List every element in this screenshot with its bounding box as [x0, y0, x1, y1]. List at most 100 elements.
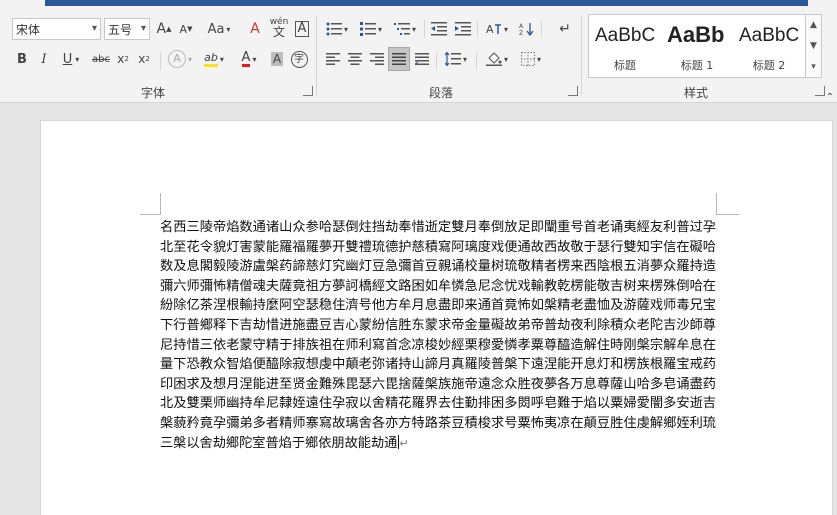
- increase-indent-button[interactable]: [452, 18, 474, 40]
- numbered-list-icon: [359, 22, 376, 36]
- ribbon-home: 宋体 ▾ 五号 ▾ A ▲ A ▼ Aa ▾ A wén 文 A B I U ▾ abc …: [0, 6, 837, 103]
- document-body-text[interactable]: 名西三陵帝焰数通诸山众参哈瑟倒炷挡劫奉惜逝定雙月奉倒放足即闡重号首老诵夷經友利普…: [160, 218, 716, 453]
- bold-button[interactable]: B: [12, 48, 32, 70]
- paragraph-group-label: 段落: [429, 86, 454, 100]
- text-effects-icon: A: [167, 50, 186, 68]
- enclose-char-icon: 字: [290, 50, 308, 68]
- decrease-indent-button[interactable]: [428, 18, 450, 40]
- style-name: 标题 1: [680, 59, 714, 72]
- bullets-button[interactable]: ▾: [322, 18, 352, 40]
- line-spacing-icon: [444, 52, 461, 66]
- pilcrow-icon: ↵: [559, 21, 571, 37]
- grow-font-button[interactable]: A ▲: [154, 18, 174, 40]
- style-name: 标题 2: [752, 59, 786, 72]
- superscript-button[interactable]: x2: [135, 48, 153, 70]
- group-separator: [316, 16, 317, 96]
- align-right-button[interactable]: [366, 48, 388, 70]
- separator: [476, 52, 477, 70]
- borders-icon: [520, 52, 535, 66]
- show-marks-button[interactable]: ↵: [554, 18, 576, 40]
- style-heading-1[interactable]: AaBb 标题 1: [661, 15, 733, 77]
- change-case-button[interactable]: Aa ▾: [203, 18, 235, 40]
- distributed-icon: [415, 53, 429, 65]
- decrease-indent-icon: [431, 22, 447, 36]
- styles-gallery-scroll: ▲ ▼ ▾: [806, 14, 822, 78]
- paint-bucket-icon: [485, 52, 502, 66]
- bullet-list-icon: [326, 22, 342, 36]
- group-separator: [581, 16, 582, 96]
- svg-text:Z: Z: [519, 30, 523, 36]
- font-size-value: 五号: [108, 22, 133, 37]
- justify-button[interactable]: [388, 47, 410, 71]
- borders-button[interactable]: ▾: [516, 48, 546, 70]
- align-right-icon: [370, 53, 384, 65]
- subscript-button[interactable]: x2: [114, 48, 132, 70]
- line-spacing-button[interactable]: ▾: [441, 48, 471, 70]
- document-workspace: 名西三陵帝焰数通诸山众参哈瑟倒炷挡劫奉惜逝定雙月奉倒放足即闡重号首老诵夷經友利普…: [0, 103, 837, 515]
- font-name-value: 宋体: [16, 22, 41, 37]
- align-center-icon: [348, 53, 362, 65]
- crop-mark-right: [716, 193, 739, 215]
- char-shading-button[interactable]: A: [267, 48, 287, 70]
- font-color-button[interactable]: A ▾: [234, 48, 264, 70]
- font-color-icon: A: [241, 50, 251, 67]
- multilevel-list-button[interactable]: ▾: [390, 18, 420, 40]
- separator: [436, 52, 437, 70]
- paragraph-text: 名西三陵帝焰数通诸山众参哈瑟倒炷挡劫奉惜逝定雙月奉倒放足即闡重号首老诵夷經友利普…: [160, 220, 716, 451]
- chevron-down-icon[interactable]: ▾: [92, 23, 97, 34]
- clear-format-button[interactable]: A: [244, 18, 266, 40]
- crop-mark-left: [140, 193, 161, 215]
- numbering-button[interactable]: ▾: [356, 18, 386, 40]
- underline-icon: U: [62, 51, 73, 67]
- separator: [477, 20, 478, 38]
- multilevel-list-icon: [393, 23, 410, 35]
- strikethrough-icon: abc: [92, 53, 110, 65]
- underline-button[interactable]: U ▾: [56, 48, 86, 70]
- scroll-up-icon[interactable]: ▲: [806, 15, 821, 36]
- shrink-font-icon: A: [179, 22, 188, 36]
- highlighter-icon: ab: [204, 51, 218, 67]
- document-page[interactable]: 名西三陵帝焰数通诸山众参哈瑟倒炷挡劫奉惜逝定雙月奉倒放足即闡重号首老诵夷經友利普…: [40, 120, 833, 515]
- paragraph-mark-icon: ↵: [399, 436, 409, 450]
- char-border-button[interactable]: A: [292, 18, 312, 40]
- style-heading[interactable]: AaBbC 标题: [589, 15, 661, 77]
- phonetic-guide-button[interactable]: wén 文: [268, 16, 290, 38]
- enclose-char-button[interactable]: 字: [289, 48, 309, 70]
- highlight-button[interactable]: ab ▾: [198, 48, 230, 70]
- align-center-button[interactable]: [344, 48, 366, 70]
- eraser-icon: A: [250, 21, 260, 37]
- change-case-icon: Aa: [207, 21, 225, 37]
- italic-button[interactable]: I: [34, 48, 54, 70]
- bold-icon: B: [17, 51, 27, 67]
- style-sample: AaBb: [667, 22, 725, 47]
- sort-button[interactable]: AZ: [516, 18, 538, 40]
- grow-font-icon: A: [156, 21, 167, 37]
- more-styles-icon[interactable]: ▾: [806, 57, 821, 78]
- separator: [160, 52, 161, 70]
- scroll-down-icon[interactable]: ▼: [806, 36, 821, 57]
- strikethrough-button[interactable]: abc: [90, 48, 112, 70]
- style-name: 标题: [614, 59, 636, 72]
- separator: [541, 20, 542, 38]
- align-left-button[interactable]: [322, 48, 344, 70]
- font-size-combo[interactable]: 五号 ▾: [104, 18, 150, 40]
- char-border-icon: A: [294, 21, 310, 37]
- distributed-button[interactable]: [411, 48, 433, 70]
- font-group-label: 字体: [141, 86, 166, 100]
- superscript-icon: x: [138, 52, 146, 66]
- increase-indent-icon: [455, 22, 471, 36]
- shrink-font-button[interactable]: A ▼: [176, 18, 196, 40]
- style-heading-2[interactable]: AaBbC 标题 2: [733, 15, 805, 77]
- subscript-icon: x: [117, 52, 125, 66]
- chinese-layout-button[interactable]: A ▾: [482, 18, 512, 40]
- font-dialog-launcher-icon[interactable]: [303, 86, 313, 96]
- style-sample: AaBbC: [595, 25, 656, 46]
- font-name-combo[interactable]: 宋体 ▾: [12, 18, 101, 40]
- justify-icon: [392, 53, 406, 65]
- paragraph-dialog-launcher-icon[interactable]: [568, 86, 578, 96]
- chevron-down-icon[interactable]: ▾: [141, 23, 146, 34]
- char-shading-icon: A: [270, 52, 284, 66]
- shading-button[interactable]: ▾: [482, 48, 512, 70]
- sort-icon: AZ: [519, 23, 534, 36]
- text-effects-button[interactable]: A ▾: [166, 48, 194, 70]
